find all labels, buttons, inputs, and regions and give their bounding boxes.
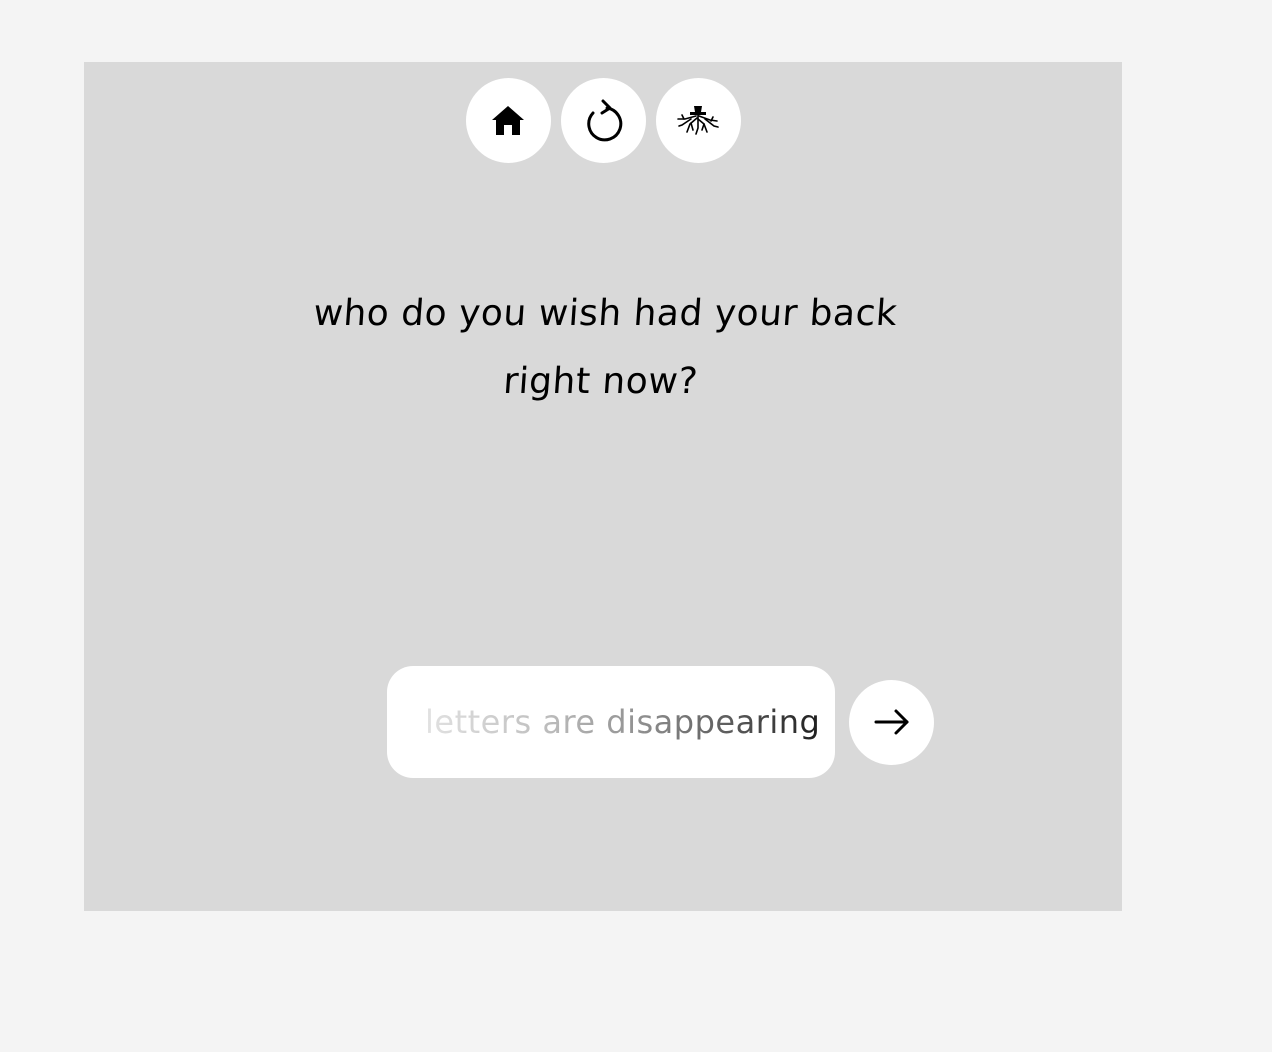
roots-button[interactable] bbox=[655, 78, 741, 163]
home-icon bbox=[492, 105, 524, 135]
roots-icon bbox=[677, 105, 719, 135]
main-panel: who do you wish had your back right now?… bbox=[84, 62, 1122, 911]
answer-placeholder: letters are disappearing bbox=[425, 703, 821, 741]
arrow-right-icon bbox=[874, 709, 908, 735]
prompt-question: who do you wish had your back right now? bbox=[279, 280, 927, 416]
home-button[interactable] bbox=[465, 78, 551, 163]
prompt-line-2: right now? bbox=[502, 361, 700, 402]
submit-button[interactable] bbox=[849, 679, 934, 765]
refresh-icon bbox=[587, 99, 623, 141]
prompt-line-1: who do you wish had your back bbox=[312, 293, 899, 334]
nav-bar bbox=[84, 78, 1122, 163]
refresh-button[interactable] bbox=[560, 78, 646, 163]
answer-input[interactable]: letters are disappearing bbox=[387, 666, 835, 778]
entry-row: letters are disappearing bbox=[387, 666, 934, 778]
